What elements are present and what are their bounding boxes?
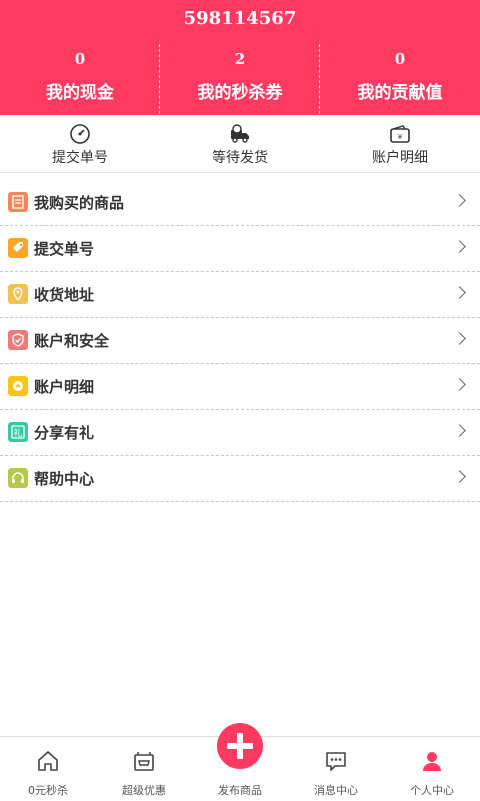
tab-label: 消息中心 (314, 784, 358, 797)
stat-coupons[interactable]: 2 我的秒杀券 (160, 50, 320, 110)
document-icon (8, 192, 28, 212)
stat-coupons-value: 2 (234, 50, 246, 68)
menu-item-label: 收货地址 (34, 286, 95, 304)
quick-actions: 提交单号 等待发货 ¥ 账户明细 (0, 115, 480, 173)
chevron-right-icon (453, 470, 466, 483)
menu-item-label: 分享有礼 (34, 424, 95, 442)
quick-submit-order[interactable]: 提交单号 (0, 123, 160, 167)
menu-item-account-details[interactable]: 账户明细 (0, 364, 480, 410)
shield-icon (8, 330, 28, 350)
stat-cash-value: 0 (74, 50, 86, 68)
menu-item-purchased-goods[interactable]: 我购买的商品 (0, 180, 480, 226)
publish-fab[interactable] (217, 723, 263, 769)
person-icon (423, 752, 441, 771)
chevron-right-icon (453, 286, 466, 299)
menu-item-label: 账户明细 (34, 378, 95, 396)
stat-contribution[interactable]: 0 我的贡献值 (320, 50, 480, 110)
tab-messages[interactable]: 消息中心 (288, 737, 384, 801)
profile-header: 598114567 0 我的现金 2 我的秒杀券 0 我的贡献值 (0, 0, 480, 115)
quick-awaiting-shipment-label: 等待发货 (212, 150, 268, 166)
tab-label: 超级优惠 (122, 784, 166, 797)
tab-super-deals[interactable]: 超级优惠 (96, 737, 192, 801)
tab-label: 发布商品 (218, 784, 262, 797)
shop-icon (134, 752, 154, 771)
menu-list: 我购买的商品 提交单号 收货地址 账户和安全 账户明细 礼 分享有礼 帮助中心 (0, 180, 480, 502)
menu-item-shipping-address[interactable]: 收货地址 (0, 272, 480, 318)
quick-account-details-label: 账户明细 (372, 150, 428, 166)
quick-account-details[interactable]: ¥ 账户明细 (320, 123, 480, 167)
stat-contribution-label: 我的贡献值 (357, 83, 443, 103)
user-id: 598114567 (183, 8, 297, 29)
tab-profile[interactable]: 个人中心 (384, 737, 480, 801)
menu-item-label: 账户和安全 (34, 332, 110, 350)
menu-item-submit-order[interactable]: 提交单号 (0, 226, 480, 272)
menu-item-label: 帮助中心 (34, 470, 95, 488)
chevron-right-icon (453, 332, 466, 345)
menu-item-account-security[interactable]: 账户和安全 (0, 318, 480, 364)
plus-icon (227, 733, 253, 759)
home-icon (38, 751, 58, 771)
svg-text:¥: ¥ (398, 133, 403, 141)
menu-item-help-center[interactable]: 帮助中心 (0, 456, 480, 502)
wallet-icon: ¥ (390, 125, 410, 143)
stat-cash-label: 我的现金 (46, 83, 114, 103)
chevron-right-icon (453, 378, 466, 391)
tag-icon (8, 238, 28, 258)
tab-flash-sale[interactable]: 0元秒杀 (0, 737, 96, 801)
menu-item-label: 我购买的商品 (34, 194, 125, 212)
stat-contribution-value: 0 (394, 50, 406, 68)
chevron-right-icon (453, 194, 466, 207)
delivery-truck-icon (231, 124, 249, 143)
tab-label: 个人中心 (410, 784, 454, 797)
quick-submit-order-label: 提交单号 (52, 150, 108, 166)
headset-icon (8, 468, 28, 488)
stat-coupons-label: 我的秒杀券 (197, 83, 283, 103)
stat-cash[interactable]: 0 我的现金 (0, 50, 160, 110)
svg-text:礼: 礼 (13, 427, 22, 439)
message-icon (326, 752, 346, 771)
chevron-right-icon (453, 240, 466, 253)
gift-icon: 礼 (8, 422, 28, 442)
speedometer-icon (70, 124, 90, 144)
menu-item-share-gift[interactable]: 礼 分享有礼 (0, 410, 480, 456)
quick-awaiting-shipment[interactable]: 等待发货 (160, 123, 320, 167)
coin-icon (8, 376, 28, 396)
location-pin-icon (8, 284, 28, 304)
tab-label: 0元秒杀 (28, 784, 68, 797)
menu-item-label: 提交单号 (34, 240, 95, 258)
chevron-right-icon (453, 424, 466, 437)
